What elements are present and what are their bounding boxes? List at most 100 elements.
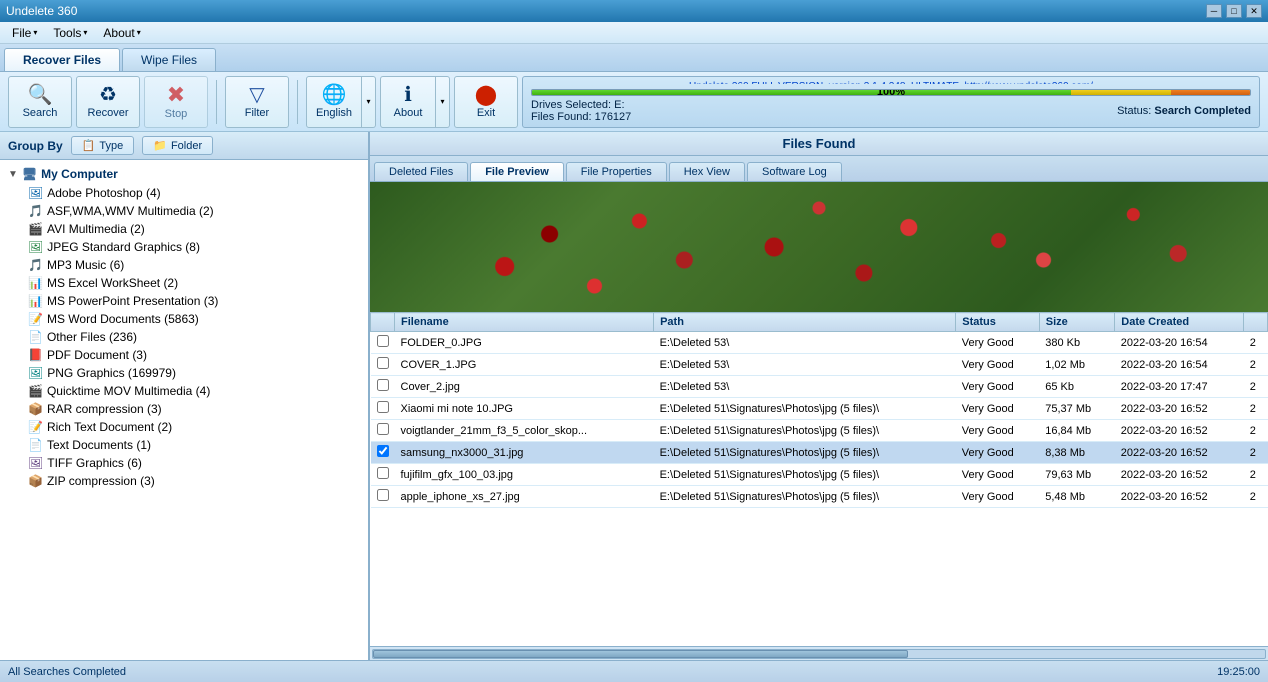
cell-date-0: 2022-03-20 16:54: [1115, 332, 1244, 354]
cell-path-4: E:\Deleted 51\Signatures\Photos\jpg (5 f…: [654, 420, 956, 442]
group-by-bar: Group By 📋 Type 📁 Folder: [0, 132, 368, 160]
col-filename[interactable]: Filename: [395, 313, 654, 332]
tab-deleted-files[interactable]: Deleted Files: [374, 162, 468, 181]
col-path[interactable]: Path: [654, 313, 956, 332]
tab-file-properties[interactable]: File Properties: [566, 162, 667, 181]
tab-software-log[interactable]: Software Log: [747, 162, 842, 181]
about-button[interactable]: ℹ About: [380, 76, 436, 128]
tree-item-5[interactable]: 📊 MS Excel WorkSheet (2): [0, 274, 368, 292]
horizontal-scrollbar[interactable]: [370, 646, 1268, 660]
tree-item-15[interactable]: 🖼 TIFF Graphics (6): [0, 454, 368, 472]
tree-item-2[interactable]: 🎬 AVI Multimedia (2): [0, 220, 368, 238]
progress-green: [532, 90, 1071, 94]
tree-item-9[interactable]: 📕 PDF Document (3): [0, 346, 368, 364]
row-checkbox-2[interactable]: [377, 379, 389, 391]
cell-filename-6: fujifilm_gfx_100_03.jpg: [395, 464, 654, 486]
cell-size-6: 79,63 Mb: [1039, 464, 1115, 486]
cell-filename-0: FOLDER_0.JPG: [395, 332, 654, 354]
minimize-button[interactable]: ─: [1206, 4, 1222, 18]
language-button-group: 🌐 English ▾: [306, 76, 376, 128]
row-checkbox-6[interactable]: [377, 467, 389, 479]
row-checkbox-7[interactable]: [377, 489, 389, 501]
tree-item-16[interactable]: 📦 ZIP compression (3): [0, 472, 368, 490]
progress-text: 100%: [877, 89, 905, 95]
cell-date-2: 2022-03-20 17:47: [1115, 376, 1244, 398]
tree-root-my-computer[interactable]: ▼ 🖥 My Computer: [0, 164, 368, 184]
cell-path-7: E:\Deleted 51\Signatures\Photos\jpg (5 f…: [654, 486, 956, 508]
status-info: Drives Selected: E: Files Found: 176127 …: [531, 99, 1251, 123]
cell-extra-2: 2: [1244, 376, 1268, 398]
cell-extra-3: 2: [1244, 398, 1268, 420]
scrollbar-track[interactable]: [372, 649, 1266, 659]
cell-path-1: E:\Deleted 53\: [654, 354, 956, 376]
item-icon-7: 📝: [28, 312, 43, 326]
item-icon-5: 📊: [28, 276, 43, 290]
stop-icon: ✖: [167, 84, 185, 106]
file-table: Filename Path Status Size Date Created F…: [370, 312, 1268, 508]
cell-filename-3: Xiaomi mi note 10.JPG: [395, 398, 654, 420]
tree-item-1[interactable]: 🎵 ASF,WMA,WMV Multimedia (2): [0, 202, 368, 220]
tree-item-0[interactable]: 🖼 Adobe Photoshop (4): [0, 184, 368, 202]
tab-wipe-files[interactable]: Wipe Files: [122, 48, 216, 71]
language-dropdown-arrow[interactable]: ▾: [362, 76, 376, 128]
row-checkbox-4[interactable]: [377, 423, 389, 435]
file-table-container[interactable]: Filename Path Status Size Date Created F…: [370, 312, 1268, 646]
preview-area: [370, 182, 1268, 312]
row-checkbox-5[interactable]: [377, 445, 389, 457]
close-button[interactable]: ✕: [1246, 4, 1262, 18]
cell-status-6: Very Good: [956, 464, 1040, 486]
row-checkbox-3[interactable]: [377, 401, 389, 413]
tab-recover-files[interactable]: Recover Files: [4, 48, 120, 71]
stop-button[interactable]: ✖ Stop: [144, 76, 208, 128]
status-panel: Undelete 360 FULL VERSION, version 3.1.4…: [522, 76, 1260, 128]
exit-button[interactable]: ⬤ Exit: [454, 76, 518, 128]
row-checkbox-0[interactable]: [377, 335, 389, 347]
tree-item-4[interactable]: 🎵 MP3 Music (6): [0, 256, 368, 274]
app-link[interactable]: Undelete 360 FULL VERSION, version 3.1.4…: [531, 81, 1251, 85]
item-icon-14: 📄: [28, 438, 43, 452]
tree-content: ▼ 🖥 My Computer 🖼 Adobe Photoshop (4) 🎵 …: [0, 160, 368, 494]
menu-tools[interactable]: Tools ▾: [45, 24, 95, 42]
tree-item-6[interactable]: 📊 MS PowerPoint Presentation (3): [0, 292, 368, 310]
menu-about[interactable]: About ▾: [95, 24, 148, 42]
cell-status-3: Very Good: [956, 398, 1040, 420]
tree-item-7[interactable]: 📝 MS Word Documents (5863): [0, 310, 368, 328]
cell-extra-4: 2: [1244, 420, 1268, 442]
cell-size-1: 1,02 Mb: [1039, 354, 1115, 376]
col-status[interactable]: Status: [956, 313, 1040, 332]
maximize-button[interactable]: □: [1226, 4, 1242, 18]
group-folder-button[interactable]: 📁 Folder: [142, 136, 213, 155]
scrollbar-thumb[interactable]: [373, 650, 908, 658]
filter-button[interactable]: ▽ Filter: [225, 76, 289, 128]
cell-path-5: E:\Deleted 51\Signatures\Photos\jpg (5 f…: [654, 442, 956, 464]
row-checkbox-1[interactable]: [377, 357, 389, 369]
language-button[interactable]: 🌐 English: [306, 76, 362, 128]
group-type-button[interactable]: 📋 Type: [71, 136, 135, 155]
status-bar: All Searches Completed 19:25:00: [0, 660, 1268, 682]
toolbar-divider-2: [297, 80, 298, 124]
group-by-label: Group By: [8, 139, 63, 153]
folder-icon: 📁: [153, 139, 167, 152]
tree-item-13[interactable]: 📝 Rich Text Document (2): [0, 418, 368, 436]
tab-hex-view[interactable]: Hex View: [669, 162, 745, 181]
recover-button[interactable]: ♻ Recover: [76, 76, 140, 128]
type-icon: 📋: [82, 139, 96, 152]
menu-file[interactable]: File ▾: [4, 24, 45, 42]
table-row: Xiaomi mi note 10.JPGE:\Deleted 51\Signa…: [371, 398, 1268, 420]
search-button[interactable]: 🔍 Search: [8, 76, 72, 128]
tree-item-14[interactable]: 📄 Text Documents (1): [0, 436, 368, 454]
table-row: Cover_2.jpgE:\Deleted 53\Very Good65 Kb2…: [371, 376, 1268, 398]
tree-item-10[interactable]: 🖼 PNG Graphics (169979): [0, 364, 368, 382]
item-icon-10: 🖼: [28, 366, 43, 380]
about-dropdown-arrow[interactable]: ▾: [436, 76, 450, 128]
tree-item-8[interactable]: 📄 Other Files (236): [0, 328, 368, 346]
tree-item-3[interactable]: 🖼 JPEG Standard Graphics (8): [0, 238, 368, 256]
item-icon-13: 📝: [28, 420, 43, 434]
col-date[interactable]: Date Created: [1115, 313, 1244, 332]
about-button-group: ℹ About ▾: [380, 76, 450, 128]
tab-file-preview[interactable]: File Preview: [470, 162, 564, 181]
tree-item-12[interactable]: 📦 RAR compression (3): [0, 400, 368, 418]
col-size[interactable]: Size: [1039, 313, 1115, 332]
tree-item-11[interactable]: 🎬 Quicktime MOV Multimedia (4): [0, 382, 368, 400]
exit-icon: ⬤: [475, 85, 497, 105]
